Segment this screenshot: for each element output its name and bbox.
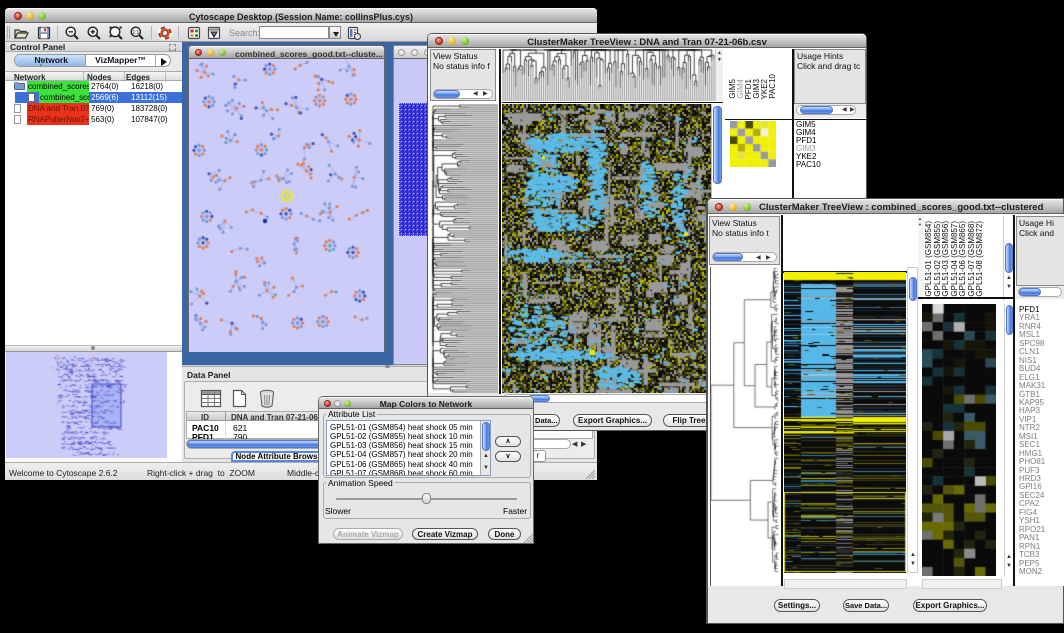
svg-text:1:1: 1:1 xyxy=(132,30,139,36)
